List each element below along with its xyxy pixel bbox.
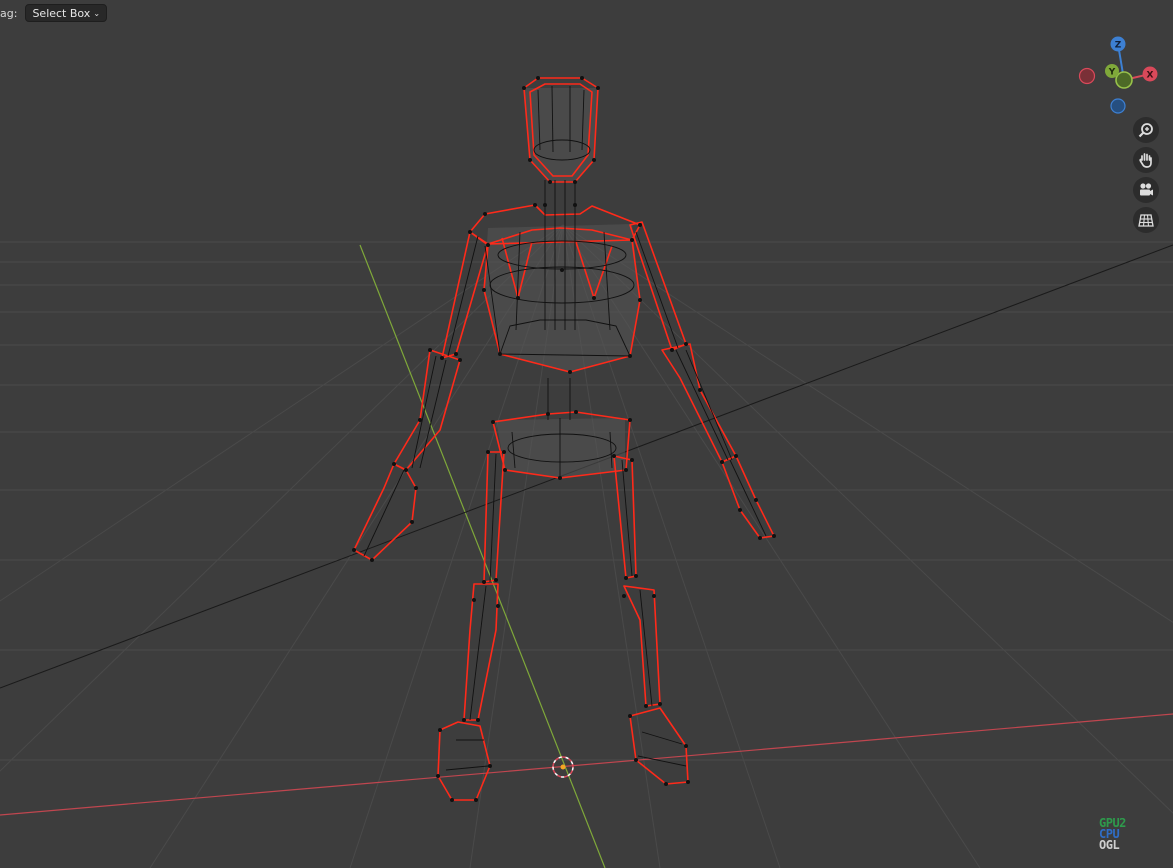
grid-icon[interactable] [1133,207,1159,233]
drag-mode-header: ag: Select Box ⌄ [0,3,108,23]
gizmo-neg-x[interactable] [1078,67,1096,85]
hand-icon[interactable] [1133,147,1159,173]
chevron-down-icon: ⌄ [93,8,101,18]
gizmo-z-label: Z [1115,41,1122,51]
badge-ogl: OGL [1099,838,1120,852]
3d-viewport[interactable]: Z Y X [0,0,1173,868]
gizmo-x-label: X [1147,71,1154,81]
renderer-badge: GPU2 CPU OGL [1099,817,1126,852]
gizmo-neg-z[interactable] [1110,98,1126,114]
x-axis-line [0,713,1173,816]
zoom-icon[interactable] [1133,117,1159,143]
drag-mode-dropdown[interactable]: Select Box ⌄ [25,4,108,22]
navigation-gizmo[interactable]: Z Y X [1078,36,1158,114]
drag-mode-value: Select Box [32,6,91,20]
camera-icon[interactable] [1133,177,1159,203]
character-mesh[interactable] [352,76,776,802]
gizmo-neg-y[interactable] [1115,71,1133,89]
gizmo-y-label: Y [1108,68,1116,78]
drag-label: ag: [0,6,18,20]
